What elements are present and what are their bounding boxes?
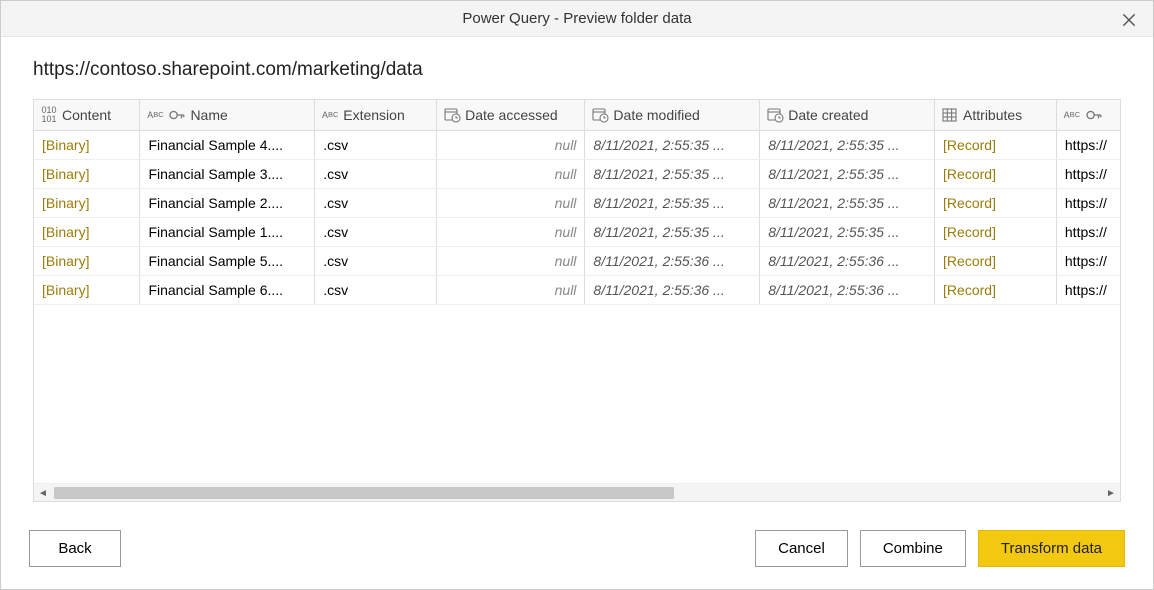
record-link[interactable]: [Record] (943, 224, 996, 240)
cell-date-accessed: null (437, 131, 585, 160)
datetime-type-icon (766, 106, 784, 124)
table-row[interactable]: [Binary]Financial Sample 5.....csvnull8/… (34, 247, 1120, 276)
cell-date-accessed: null (437, 218, 585, 247)
cell-name: Financial Sample 6.... (140, 276, 315, 305)
column-header-content[interactable]: 010101 Content (34, 100, 140, 131)
column-header-date-accessed[interactable]: Date accessed (437, 100, 585, 131)
cell-date-accessed: null (437, 247, 585, 276)
cell-extension: .csv (315, 247, 437, 276)
binary-link[interactable]: [Binary] (42, 224, 89, 240)
cell-date-accessed: null (437, 189, 585, 218)
scroll-right-arrow-icon[interactable]: ► (1104, 486, 1118, 500)
back-button[interactable]: Back (29, 530, 121, 567)
record-link[interactable]: [Record] (943, 137, 996, 153)
key-icon (1085, 106, 1103, 124)
combine-button[interactable]: Combine (860, 530, 966, 567)
binary-type-icon: 010101 (40, 107, 58, 123)
scroll-left-arrow-icon[interactable]: ◄ (36, 486, 50, 500)
cell-folder-path: https:// (1056, 218, 1120, 247)
cell-date-created: 8/11/2021, 2:55:35 ... (760, 160, 935, 189)
record-link[interactable]: [Record] (943, 195, 996, 211)
record-link[interactable]: [Record] (943, 166, 996, 182)
binary-link[interactable]: [Binary] (42, 137, 89, 153)
record-type-icon (941, 106, 959, 124)
column-header-extension[interactable]: ABC Extension (315, 100, 437, 131)
cell-extension: .csv (315, 131, 437, 160)
dialog-footer: Back Cancel Combine Transform data (1, 512, 1153, 589)
data-table-container: 010101 Content ABC Name (33, 99, 1121, 502)
cell-extension: .csv (315, 160, 437, 189)
cell-folder-path: https:// (1056, 131, 1120, 160)
table-row[interactable]: [Binary]Financial Sample 2.....csvnull8/… (34, 189, 1120, 218)
cell-name: Financial Sample 4.... (140, 131, 315, 160)
cancel-button[interactable]: Cancel (755, 530, 848, 567)
cell-extension: .csv (315, 189, 437, 218)
cell-date-created: 8/11/2021, 2:55:35 ... (760, 218, 935, 247)
record-link[interactable]: [Record] (943, 253, 996, 269)
cell-date-modified: 8/11/2021, 2:55:35 ... (585, 160, 760, 189)
cell-extension: .csv (315, 276, 437, 305)
column-header-folder-path[interactable]: ABC (1056, 100, 1120, 131)
text-type-icon: ABC (146, 107, 164, 123)
dialog: Power Query - Preview folder data https:… (0, 0, 1154, 590)
table-row[interactable]: [Binary]Financial Sample 1.....csvnull8/… (34, 218, 1120, 247)
scroll-thumb[interactable] (54, 487, 674, 499)
column-header-name[interactable]: ABC Name (140, 100, 315, 131)
text-type-icon: ABC (321, 107, 339, 123)
close-icon (1120, 11, 1138, 29)
cell-date-created: 8/11/2021, 2:55:35 ... (760, 131, 935, 160)
content-area: https://contoso.sharepoint.com/marketing… (1, 37, 1153, 512)
binary-link[interactable]: [Binary] (42, 195, 89, 211)
cell-name: Financial Sample 1.... (140, 218, 315, 247)
data-table: 010101 Content ABC Name (34, 100, 1120, 305)
cell-extension: .csv (315, 218, 437, 247)
cell-folder-path: https:// (1056, 189, 1120, 218)
column-header-date-created[interactable]: Date created (760, 100, 935, 131)
cell-date-created: 8/11/2021, 2:55:36 ... (760, 276, 935, 305)
cell-date-accessed: null (437, 160, 585, 189)
key-icon (168, 106, 186, 124)
cell-date-created: 8/11/2021, 2:55:36 ... (760, 247, 935, 276)
text-type-icon: ABC (1063, 107, 1081, 123)
cell-name: Financial Sample 3.... (140, 160, 315, 189)
close-button[interactable] (1115, 6, 1143, 34)
cell-date-modified: 8/11/2021, 2:55:35 ... (585, 131, 760, 160)
binary-link[interactable]: [Binary] (42, 253, 89, 269)
dialog-title: Power Query - Preview folder data (462, 10, 691, 27)
cell-date-modified: 8/11/2021, 2:55:36 ... (585, 247, 760, 276)
horizontal-scrollbar[interactable]: ◄ ► (34, 483, 1120, 501)
table-row[interactable]: [Binary]Financial Sample 3.....csvnull8/… (34, 160, 1120, 189)
folder-path: https://contoso.sharepoint.com/marketing… (33, 59, 1121, 81)
cell-date-modified: 8/11/2021, 2:55:36 ... (585, 276, 760, 305)
cell-date-created: 8/11/2021, 2:55:35 ... (760, 189, 935, 218)
cell-date-accessed: null (437, 276, 585, 305)
cell-name: Financial Sample 5.... (140, 247, 315, 276)
cell-date-modified: 8/11/2021, 2:55:35 ... (585, 218, 760, 247)
datetime-type-icon (443, 106, 461, 124)
cell-folder-path: https:// (1056, 160, 1120, 189)
binary-link[interactable]: [Binary] (42, 166, 89, 182)
table-row[interactable]: [Binary]Financial Sample 4.....csvnull8/… (34, 131, 1120, 160)
titlebar: Power Query - Preview folder data (1, 1, 1153, 37)
table-body: [Binary]Financial Sample 4.....csvnull8/… (34, 131, 1120, 305)
column-header-date-modified[interactable]: Date modified (585, 100, 760, 131)
cell-folder-path: https:// (1056, 247, 1120, 276)
transform-data-button[interactable]: Transform data (978, 530, 1125, 567)
record-link[interactable]: [Record] (943, 282, 996, 298)
cell-name: Financial Sample 2.... (140, 189, 315, 218)
cell-date-modified: 8/11/2021, 2:55:35 ... (585, 189, 760, 218)
table-header-row: 010101 Content ABC Name (34, 100, 1120, 131)
cell-folder-path: https:// (1056, 276, 1120, 305)
table-row[interactable]: [Binary]Financial Sample 6.....csvnull8/… (34, 276, 1120, 305)
column-header-attributes[interactable]: Attributes (935, 100, 1057, 131)
datetime-type-icon (591, 106, 609, 124)
binary-link[interactable]: [Binary] (42, 282, 89, 298)
